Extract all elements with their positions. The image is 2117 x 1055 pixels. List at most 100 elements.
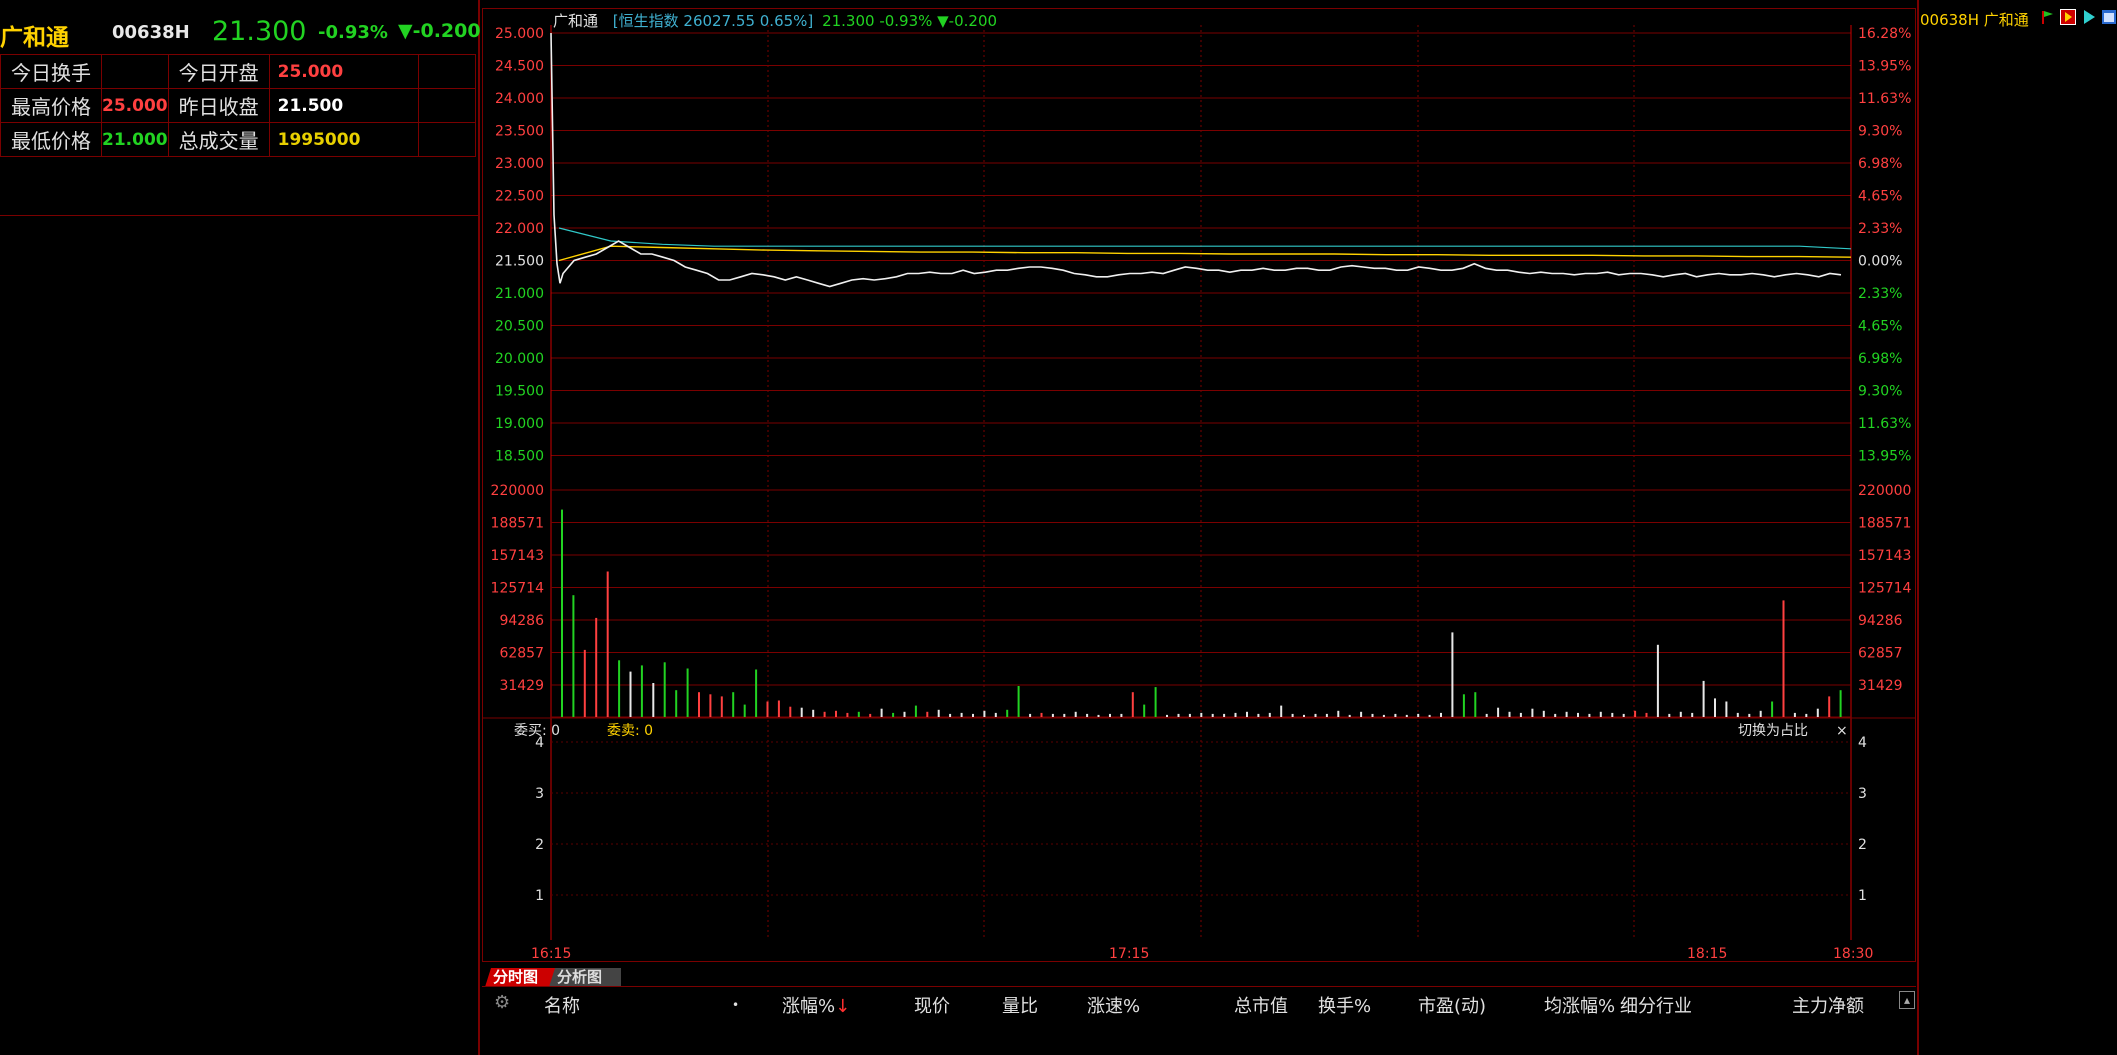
right-panel-title: 00638H 广和通 (1920, 11, 2029, 29)
avg-price-line (558, 245, 1852, 262)
toggle-ratio-button[interactable]: 切换为占比 (1738, 722, 1808, 739)
volume-bar (629, 671, 632, 717)
volume-bar (1131, 692, 1134, 717)
volume-bar (1154, 687, 1157, 717)
price-tick-label: 20.500 (495, 319, 544, 335)
volume-bar (1337, 710, 1340, 717)
volume-bar (1531, 708, 1534, 717)
volume-bar (1759, 710, 1762, 717)
col-speed[interactable]: 涨速% (1087, 992, 1140, 1018)
volume-bar (903, 711, 906, 717)
volume-bar (823, 711, 826, 717)
volume-bar (732, 692, 735, 717)
price-tick-label: 24.000 (495, 91, 544, 107)
close-icon[interactable]: × (1836, 723, 1848, 739)
tab-analysis[interactable]: 分析图 (549, 968, 621, 987)
volume-bar (1234, 712, 1237, 717)
volume-tick-label: 31429 (499, 678, 544, 694)
volume-bar (1816, 708, 1819, 717)
volume-bar (1211, 713, 1214, 717)
volume-bar (1120, 713, 1123, 717)
volume-bar (583, 649, 586, 717)
col-change-pct-label: 涨幅% (782, 996, 836, 1017)
col-industry[interactable]: 细分行业 (1620, 992, 1692, 1018)
play-icon[interactable] (2060, 9, 2076, 25)
volume-tick-label-right: 125714 (1858, 581, 1912, 597)
pct-tick-label: 6.98% (1858, 156, 1902, 172)
price-tick-label: 23.000 (495, 156, 544, 172)
col-net-inflow[interactable]: 主力净额 (1792, 992, 1864, 1018)
volume-bar (857, 711, 860, 717)
col-change-pct[interactable]: 涨幅%↓ (782, 992, 850, 1018)
intraday-chart[interactable]: 25.000 16.28% 24.500 13.95% 24.000 11.63% 23.5… (0, 0, 2117, 1055)
pct-tick-label: 2.33% (1858, 221, 1902, 237)
col-price[interactable]: 现价 (914, 992, 950, 1018)
volume-bar (1462, 694, 1465, 717)
volume-bar (777, 700, 780, 717)
price-tick-label: 23.500 (495, 124, 544, 140)
volume-bar (1268, 712, 1271, 717)
volume-bar (766, 701, 769, 717)
volume-bar (1748, 713, 1751, 717)
volume-tick-label: 125714 (491, 581, 545, 597)
volume-bar (869, 713, 872, 717)
order-tick-label: 3 (535, 786, 544, 802)
volume-bar (926, 711, 929, 717)
pct-tick-label: 11.63% (1858, 91, 1911, 107)
col-pe[interactable]: 市盈(动) (1418, 992, 1486, 1018)
volume-bar (1668, 713, 1671, 717)
pct-tick-label: 6.98% (1858, 351, 1902, 367)
volume-bar (937, 709, 940, 717)
col-market-cap[interactable]: 总市值 (1234, 992, 1288, 1018)
flag-icon[interactable] (2040, 9, 2056, 25)
volume-bar (1839, 690, 1842, 717)
collapse-icon[interactable]: ▴ (1899, 991, 1915, 1009)
price-tick-label: 20.000 (495, 351, 544, 367)
chart-price-info: 21.300 -0.93% ▼-0.200 (822, 12, 998, 30)
order-tick-label-right: 3 (1858, 786, 1867, 802)
col-turnover[interactable]: 换手% (1318, 992, 1371, 1018)
volume-bar (1177, 713, 1180, 717)
order-sell-label: 委卖: 0 (607, 723, 653, 739)
index-quote[interactable]: [恒生指数 26027.55 0.65%] (613, 12, 813, 30)
volume-bar (1382, 714, 1385, 717)
chart-stock-name: 广和通 (553, 12, 599, 30)
volume-bar (1634, 710, 1637, 717)
arrow-icon[interactable] (2081, 9, 2097, 25)
window-icon[interactable] (2101, 9, 2117, 25)
volume-bar (1246, 711, 1248, 717)
volume-bar (1691, 712, 1694, 717)
volume-tick-label-right: 94286 (1858, 613, 1903, 629)
volume-bar (1782, 600, 1785, 717)
volume-bar (1542, 710, 1545, 717)
volume-bar (812, 709, 815, 717)
col-volume-ratio[interactable]: 量比 (1002, 992, 1038, 1018)
volume-bar (1622, 713, 1625, 717)
gear-icon[interactable]: ⚙ (494, 992, 510, 1013)
volume-bar (1485, 713, 1488, 717)
volume-bar (880, 708, 883, 717)
tab-intraday[interactable]: 分时图 (485, 968, 557, 987)
volume-bar (1805, 713, 1808, 717)
volume-bar (1348, 714, 1351, 717)
volume-bar (1109, 713, 1111, 717)
volume-bar (720, 696, 723, 717)
volume-bar (698, 692, 700, 717)
price-tick-label: 19.000 (495, 416, 544, 432)
volume-bar (1188, 713, 1191, 717)
volume-bar (1394, 713, 1397, 717)
volume-bar (835, 710, 837, 717)
time-label: 16:15 (531, 946, 571, 962)
time-label: 18:30 (1833, 946, 1873, 962)
col-avg-change[interactable]: 均涨幅% (1544, 992, 1615, 1018)
pct-tick-label: 0.00% (1858, 254, 1902, 270)
volume-bar (640, 665, 643, 717)
pct-tick-label: 9.30% (1858, 384, 1902, 400)
volume-bar (1793, 712, 1796, 717)
price-line (550, 32, 1842, 288)
volume-bar (983, 710, 986, 717)
volume-tick-label: 94286 (499, 613, 544, 629)
volume-bar (1360, 711, 1363, 717)
volume-bar (892, 712, 895, 717)
col-name[interactable]: 名称 (544, 992, 580, 1018)
